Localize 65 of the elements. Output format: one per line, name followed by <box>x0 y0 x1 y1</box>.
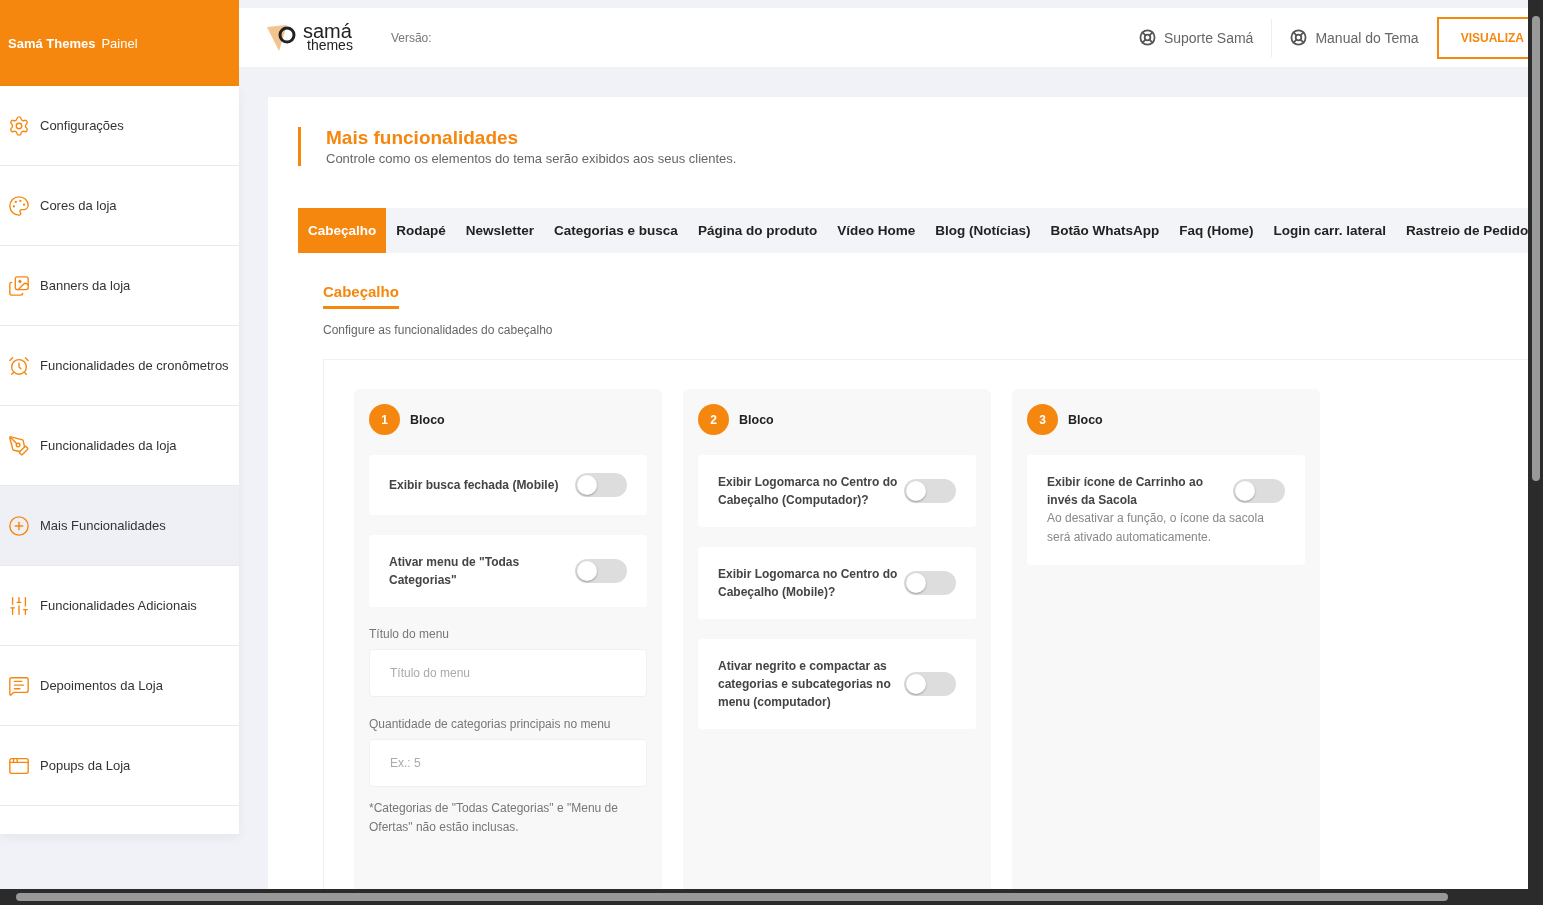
toggle-switch[interactable] <box>575 473 627 497</box>
tab[interactable]: Rastreio de Pedido <box>1395 208 1528 253</box>
sidebar-item[interactable]: Cores da loja <box>0 166 239 246</box>
toggle-label: Exibir ícone de Carrinho ao invés da Sacola <box>1047 474 1205 509</box>
step-number: 1 <box>369 404 400 435</box>
sidebar-item[interactable]: Funcionalidades Adicionais <box>0 566 239 646</box>
toggle-switch[interactable] <box>1233 479 1285 503</box>
toggle-label: Ativar negrito e compactar as categorias e subcategorias no menu (computador) <box>718 658 892 711</box>
chat-bubble-icon <box>8 674 30 697</box>
input-field[interactable]: Ex.: 5 <box>369 739 647 787</box>
sidebar-item[interactable]: Configurações <box>0 86 239 166</box>
horizontal-scrollbar[interactable] <box>0 889 1528 905</box>
sliders-icon <box>8 594 30 617</box>
tab[interactable]: Vídeo Home <box>827 208 926 253</box>
toggle-switch[interactable] <box>904 571 956 595</box>
field-label: Título do menu <box>369 627 451 641</box>
tab[interactable]: Página do produto <box>687 208 828 253</box>
toggle-label: Exibir busca fechada (Mobile) <box>389 477 559 494</box>
palette-icon <box>8 194 30 217</box>
block-title: Bloco <box>1068 412 1103 427</box>
block-title: Bloco <box>739 412 774 427</box>
block-title: Bloco <box>410 412 445 427</box>
lifebuoy-icon <box>1138 29 1156 46</box>
help-link[interactable]: Manual do Tema <box>1272 18 1437 57</box>
logo-subtext: themes <box>307 37 353 52</box>
step-number: 2 <box>698 404 729 435</box>
tab[interactable]: Blog (Notícias) <box>925 208 1041 253</box>
tab[interactable]: Newsletter <box>455 208 545 253</box>
sidebar-item[interactable]: Depoimentos da Loja <box>0 646 239 726</box>
brand-name: Samá Themes <box>8 35 96 51</box>
field-label: Quantidade de categorias principais no menu <box>369 717 612 731</box>
sidebar-item[interactable]: Funcionalidades de cronômetros <box>0 326 239 406</box>
tab[interactable]: Categorias e busca <box>544 208 688 253</box>
image-icon <box>8 274 30 297</box>
step-number: 3 <box>1027 404 1058 435</box>
help-link[interactable]: Suporte Samá <box>1120 18 1273 57</box>
tab[interactable]: Login carr. lateral <box>1263 208 1396 253</box>
logo-text: samá <box>303 23 352 38</box>
page-subtitle: Controle como os elementos do tema serão exibidos aos seus clientes. <box>326 151 738 166</box>
section-title: Cabeçalho <box>323 283 399 309</box>
plus-circle-icon <box>8 514 30 537</box>
toggle-switch[interactable] <box>904 672 956 696</box>
sidebar-item[interactable]: Mais Funcionalidades <box>0 486 239 566</box>
panel-label: Painel <box>101 35 138 51</box>
page-title: Mais funcionalidades <box>326 127 520 149</box>
version-label: Versão: <box>390 30 433 45</box>
tab[interactable]: Faq (Home) <box>1169 208 1264 253</box>
gear-icon <box>8 114 30 137</box>
section-description: Configure as funcionalidades do cabeçalho <box>323 323 554 337</box>
toggle-label: Exibir Logomarca no Centro do Cabeçalho (Computador)? <box>718 474 898 509</box>
toggle-label: Ativar menu de "Todas Categorias" <box>389 554 521 589</box>
toggle-label: Exibir Logomarca no Centro do Cabeçalho (Mobile)? <box>718 566 898 601</box>
sidebar-item[interactable]: Funcionalidades da loja <box>0 406 239 486</box>
hint-text: Ao desativar a função, o ícone da sacola será ativado automaticamente. <box>1047 510 1265 546</box>
sidebar-item[interactable]: Popups da Loja <box>0 726 239 806</box>
sidebar-item[interactable]: Banners da loja <box>0 246 239 326</box>
vertical-scrollbar[interactable] <box>1528 0 1543 905</box>
note-text: *Categorias de "Todas Categorias" e "Menu de Ofertas" não estão inclusas. <box>369 800 619 836</box>
input-field[interactable]: Título do menu <box>369 649 647 697</box>
tab[interactable]: Rodapé <box>386 208 456 253</box>
toggle-switch[interactable] <box>904 479 956 503</box>
tab[interactable]: Botão WhatsApp <box>1040 208 1170 253</box>
alarm-clock-icon <box>8 354 30 377</box>
lifebuoy-icon <box>1290 29 1308 46</box>
toggle-switch[interactable] <box>575 559 627 583</box>
